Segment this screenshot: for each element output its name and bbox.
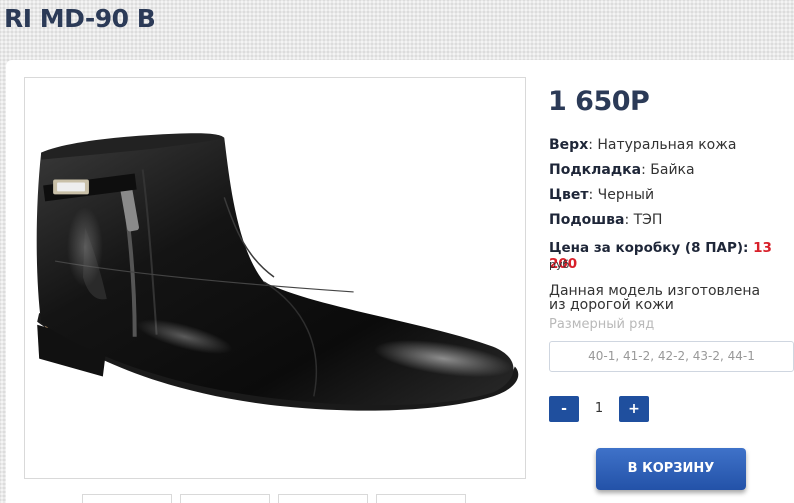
product-price: 1 650Р — [548, 86, 650, 117]
spec-label: Подкладка — [549, 162, 642, 178]
box-price-unit: руб — [549, 258, 570, 271]
box-price: Цена за коробку (8 ПАР): 13 200 — [549, 240, 794, 272]
spec-value: : Черный — [588, 187, 655, 203]
product-description: Данная модель изготовлена из дорогой кож… — [549, 283, 761, 313]
size-range-label: Размерный ряд — [549, 317, 655, 332]
spec-value: : Байка — [641, 162, 695, 178]
thumbnail[interactable] — [278, 494, 368, 503]
size-range-field[interactable]: 40-1, 41-2, 42-2, 43-2, 44-1 — [549, 341, 794, 372]
product-title: RI MD-90 B — [4, 4, 156, 33]
spec-label: Подошва — [549, 212, 625, 228]
thumbnail[interactable] — [82, 494, 172, 503]
box-price-label: Цена за коробку (8 ПАР): — [549, 240, 754, 256]
product-image[interactable] — [24, 77, 526, 479]
quantity-minus-button[interactable]: - — [549, 396, 579, 422]
thumbnail[interactable] — [180, 494, 270, 503]
thumbnail[interactable] — [376, 494, 466, 503]
boot-illustration — [36, 133, 519, 411]
spec-value: : Натуральная кожа — [588, 137, 737, 153]
add-to-cart-button[interactable]: В КОРЗИНУ — [596, 448, 746, 490]
spec-color: Цвет: Черный — [549, 187, 654, 203]
spec-label: Верх — [549, 137, 589, 153]
quantity-input[interactable]: 1 — [579, 396, 619, 422]
spec-label: Цвет — [549, 187, 589, 203]
spec-sole: Подошва: ТЭП — [549, 212, 662, 228]
spec-value: : ТЭП — [624, 212, 663, 228]
spec-lining: Подкладка: Байка — [549, 162, 695, 178]
spec-upper: Верх: Натуральная кожа — [549, 137, 736, 153]
quantity-plus-button[interactable]: + — [619, 396, 649, 422]
